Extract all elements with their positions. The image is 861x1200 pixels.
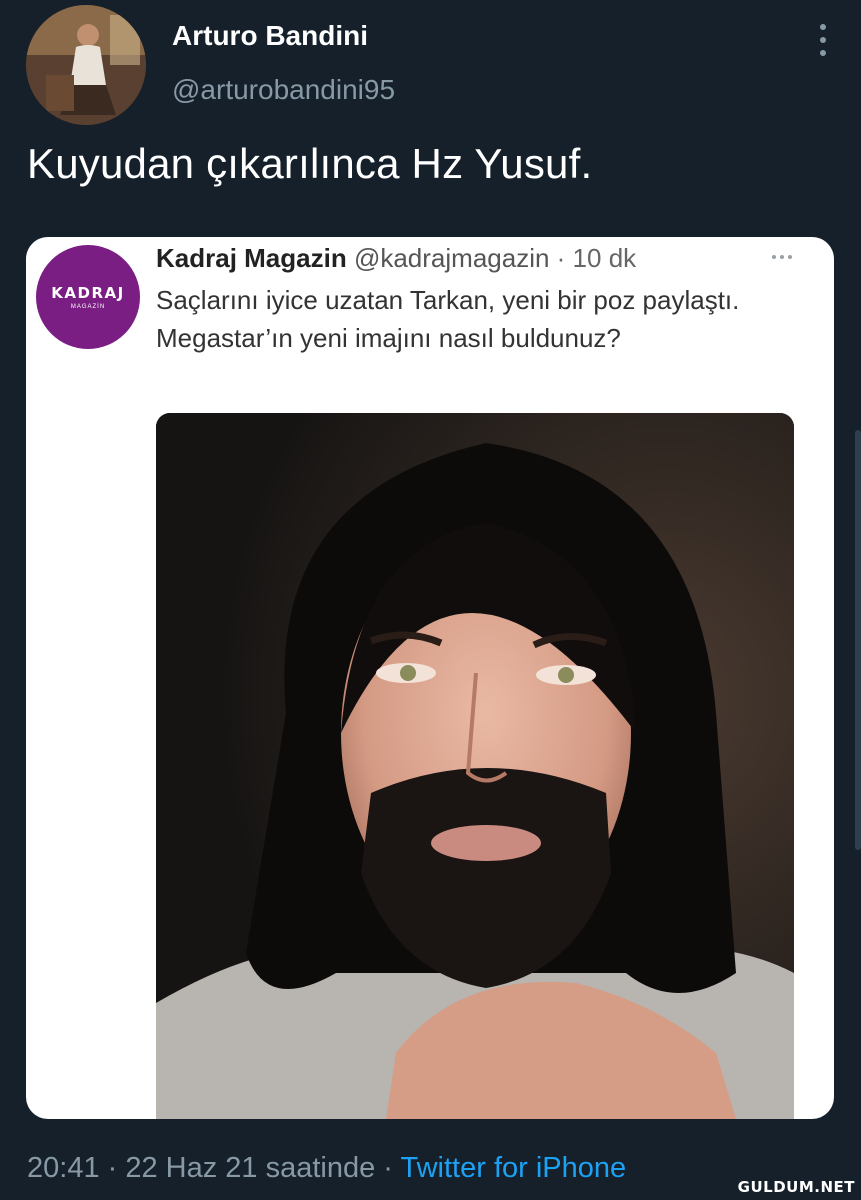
tweet-footer: 20:41 · 22 Haz 21 saatinde · Twitter for… [27,1152,626,1185]
quoted-account-handle[interactable]: @kadrajmagazin [354,243,549,273]
tweet-text: Kuyudan çıkarılınca Hz Yusuf. [27,140,593,187]
watermark: GULDUM.NET [737,1178,855,1196]
quoted-account-name[interactable]: Kadraj Magazin [156,243,347,273]
quoted-tweet-photo[interactable] [156,413,794,1119]
author-avatar[interactable] [26,5,146,125]
author-handle[interactable]: @arturobandini95 [172,74,395,106]
author-name[interactable]: Arturo Bandini [172,20,368,52]
dot [820,24,826,30]
dot [780,255,784,259]
quoted-time: · 10 dk [556,243,637,273]
logo-subtext: MAGAZİN [70,304,106,310]
kadraj-logo-avatar[interactable]: KADRAJ MAGAZİN [36,245,140,349]
logo-text: KADRAJ [51,284,125,302]
avatar-photo [26,5,146,125]
dot [788,255,792,259]
quoted-tweet-text: Saçlarını iyice uzatan Tarkan, yeni bir … [156,285,740,353]
portrait-image [156,413,794,1119]
quoted-tweet-header: Kadraj Magazin @kadrajmagazin · 10 dk [156,243,636,274]
more-vertical-icon[interactable] [813,24,833,56]
dot [820,50,826,56]
tweet-timestamp[interactable]: 20:41 · 22 Haz 21 saatinde · [27,1152,401,1184]
tweet-source-link[interactable]: Twitter for iPhone [401,1152,627,1184]
quoted-tweet-card[interactable]: KADRAJ MAGAZİN Kadraj Magazin @kadrajmag… [26,237,834,1119]
more-horizontal-icon[interactable] [772,255,792,259]
scrollbar[interactable] [855,430,861,850]
dot [772,255,776,259]
dot [820,37,826,43]
